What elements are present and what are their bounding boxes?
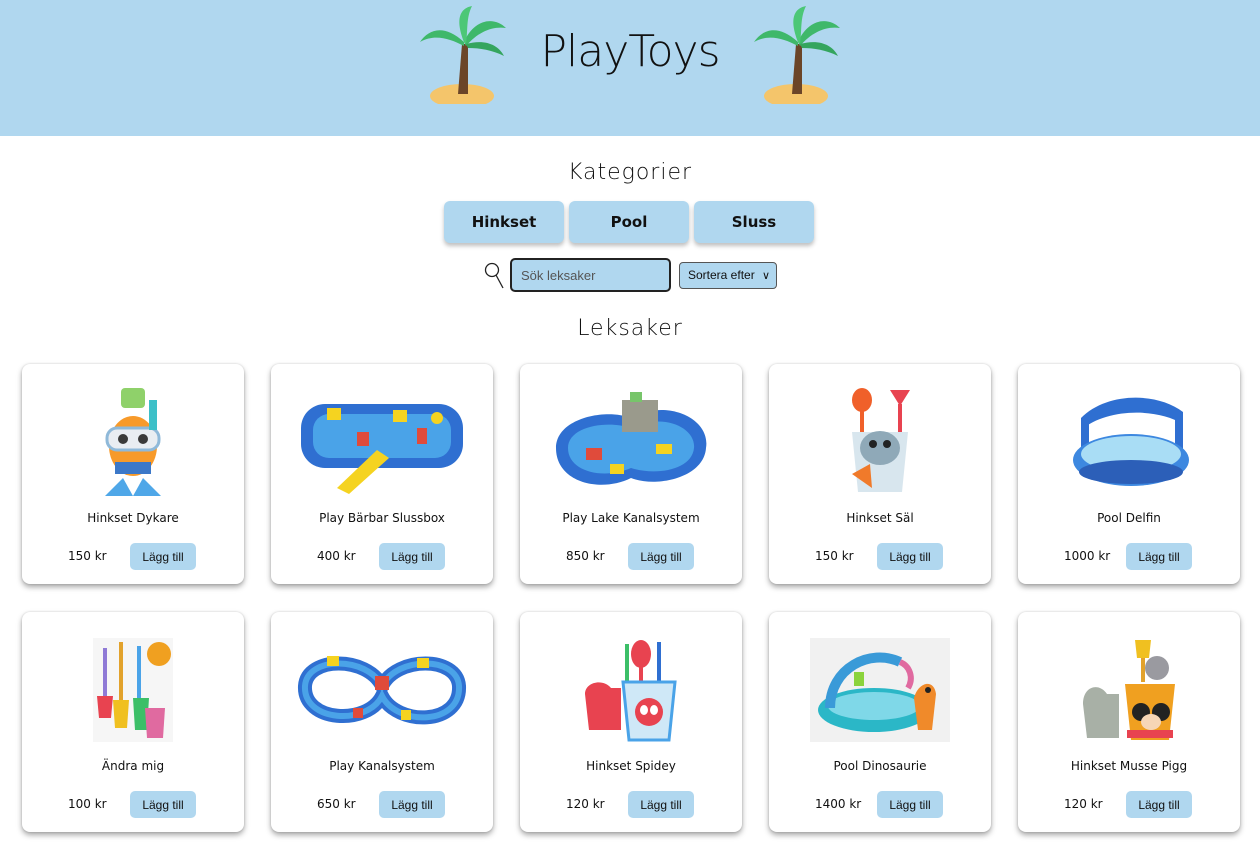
search-icon — [484, 262, 504, 289]
product-card: Hinkset Musse Pigg 120 kr Lägg till — [1018, 612, 1240, 832]
add-to-cart-button[interactable]: Lägg till — [628, 543, 694, 570]
toys-heading: Leksaker — [577, 316, 683, 341]
add-to-cart-button[interactable]: Lägg till — [130, 543, 196, 570]
category-button-sluss[interactable]: Sluss — [694, 201, 814, 243]
product-price: 150 kr — [815, 549, 854, 563]
category-buttons: Hinkset Pool Sluss — [444, 201, 814, 243]
product-price: 650 kr — [317, 797, 356, 811]
product-card: Ändra mig 100 kr Lägg till — [22, 612, 244, 832]
product-card: Play Kanalsystem 650 kr Lägg till — [271, 612, 493, 832]
add-to-cart-button[interactable]: Lägg till — [877, 543, 943, 570]
product-price: 120 kr — [1064, 797, 1103, 811]
shovel-rake-set-icon — [42, 634, 224, 746]
search-bar: Sök leksaker Sortera efter ∨ — [484, 258, 777, 292]
product-card: Play Bärbar Slussbox 400 kr Lägg till — [271, 364, 493, 584]
canal-system-icon — [540, 386, 722, 498]
mickey-bucket-set-icon — [1038, 634, 1220, 746]
add-to-cart-button[interactable]: Lägg till — [877, 791, 943, 818]
site-header: PlayToys — [0, 0, 1260, 136]
sort-select-label: Sortera efter — [688, 268, 755, 282]
sort-select[interactable]: Sortera efter ∨ — [679, 261, 777, 289]
product-price: 1000 kr — [1064, 549, 1111, 563]
product-card: Play Lake Kanalsystem 850 kr Lägg till — [520, 364, 742, 584]
spidey-bucket-set-icon — [540, 634, 722, 746]
add-to-cart-button[interactable]: Lägg till — [379, 543, 445, 570]
palm-tree-icon — [754, 6, 840, 104]
product-name: Pool Delfin — [1097, 511, 1161, 525]
add-to-cart-button[interactable]: Lägg till — [379, 791, 445, 818]
add-to-cart-button[interactable]: Lägg till — [628, 791, 694, 818]
product-card: Hinkset Spidey 120 kr Lägg till — [520, 612, 742, 832]
dinosaur-pool-icon — [789, 634, 971, 746]
product-name: Hinkset Säl — [846, 511, 914, 525]
chevron-down-icon: ∨ — [761, 269, 770, 282]
category-button-hinkset[interactable]: Hinkset — [444, 201, 564, 243]
site-logo-text[interactable]: PlayToys — [480, 26, 780, 77]
product-price: 1400 kr — [815, 797, 862, 811]
add-to-cart-button[interactable]: Lägg till — [130, 791, 196, 818]
product-name: Hinkset Spidey — [586, 759, 676, 773]
product-name: Pool Dinosaurie — [833, 759, 927, 773]
product-name: Play Lake Kanalsystem — [562, 511, 700, 525]
search-input[interactable]: Sök leksaker — [510, 258, 671, 292]
product-card: Hinkset Säl 150 kr Lägg till — [769, 364, 991, 584]
seal-bucket-set-icon — [789, 386, 971, 498]
product-name: Play Kanalsystem — [329, 759, 435, 773]
product-price: 150 kr — [68, 549, 107, 563]
add-to-cart-button[interactable]: Lägg till — [1126, 791, 1192, 818]
product-name: Play Bärbar Slussbox — [319, 511, 445, 525]
product-price: 850 kr — [566, 549, 605, 563]
product-card: Pool Delfin 1000 kr Lägg till — [1018, 364, 1240, 584]
product-card: Hinkset Dykare 150 kr Lägg till — [22, 364, 244, 584]
product-name: Ändra mig — [101, 759, 165, 773]
water-lock-box-icon — [291, 386, 473, 498]
diver-bucket-set-icon — [42, 386, 224, 498]
product-price: 120 kr — [566, 797, 605, 811]
product-price: 100 kr — [68, 797, 107, 811]
add-to-cart-button[interactable]: Lägg till — [1126, 543, 1192, 570]
category-button-pool[interactable]: Pool — [569, 201, 689, 243]
product-card: Pool Dinosaurie 1400 kr Lägg till — [769, 612, 991, 832]
categories-heading: Kategorier — [567, 160, 693, 185]
product-grid: Hinkset Dykare 150 kr Lägg till Play Bär… — [22, 364, 1240, 832]
dolphin-pool-icon — [1038, 386, 1220, 498]
product-price: 400 kr — [317, 549, 356, 563]
canal-track-icon — [291, 634, 473, 746]
product-name: Hinkset Dykare — [87, 511, 179, 525]
product-name: Hinkset Musse Pigg — [1070, 759, 1188, 773]
